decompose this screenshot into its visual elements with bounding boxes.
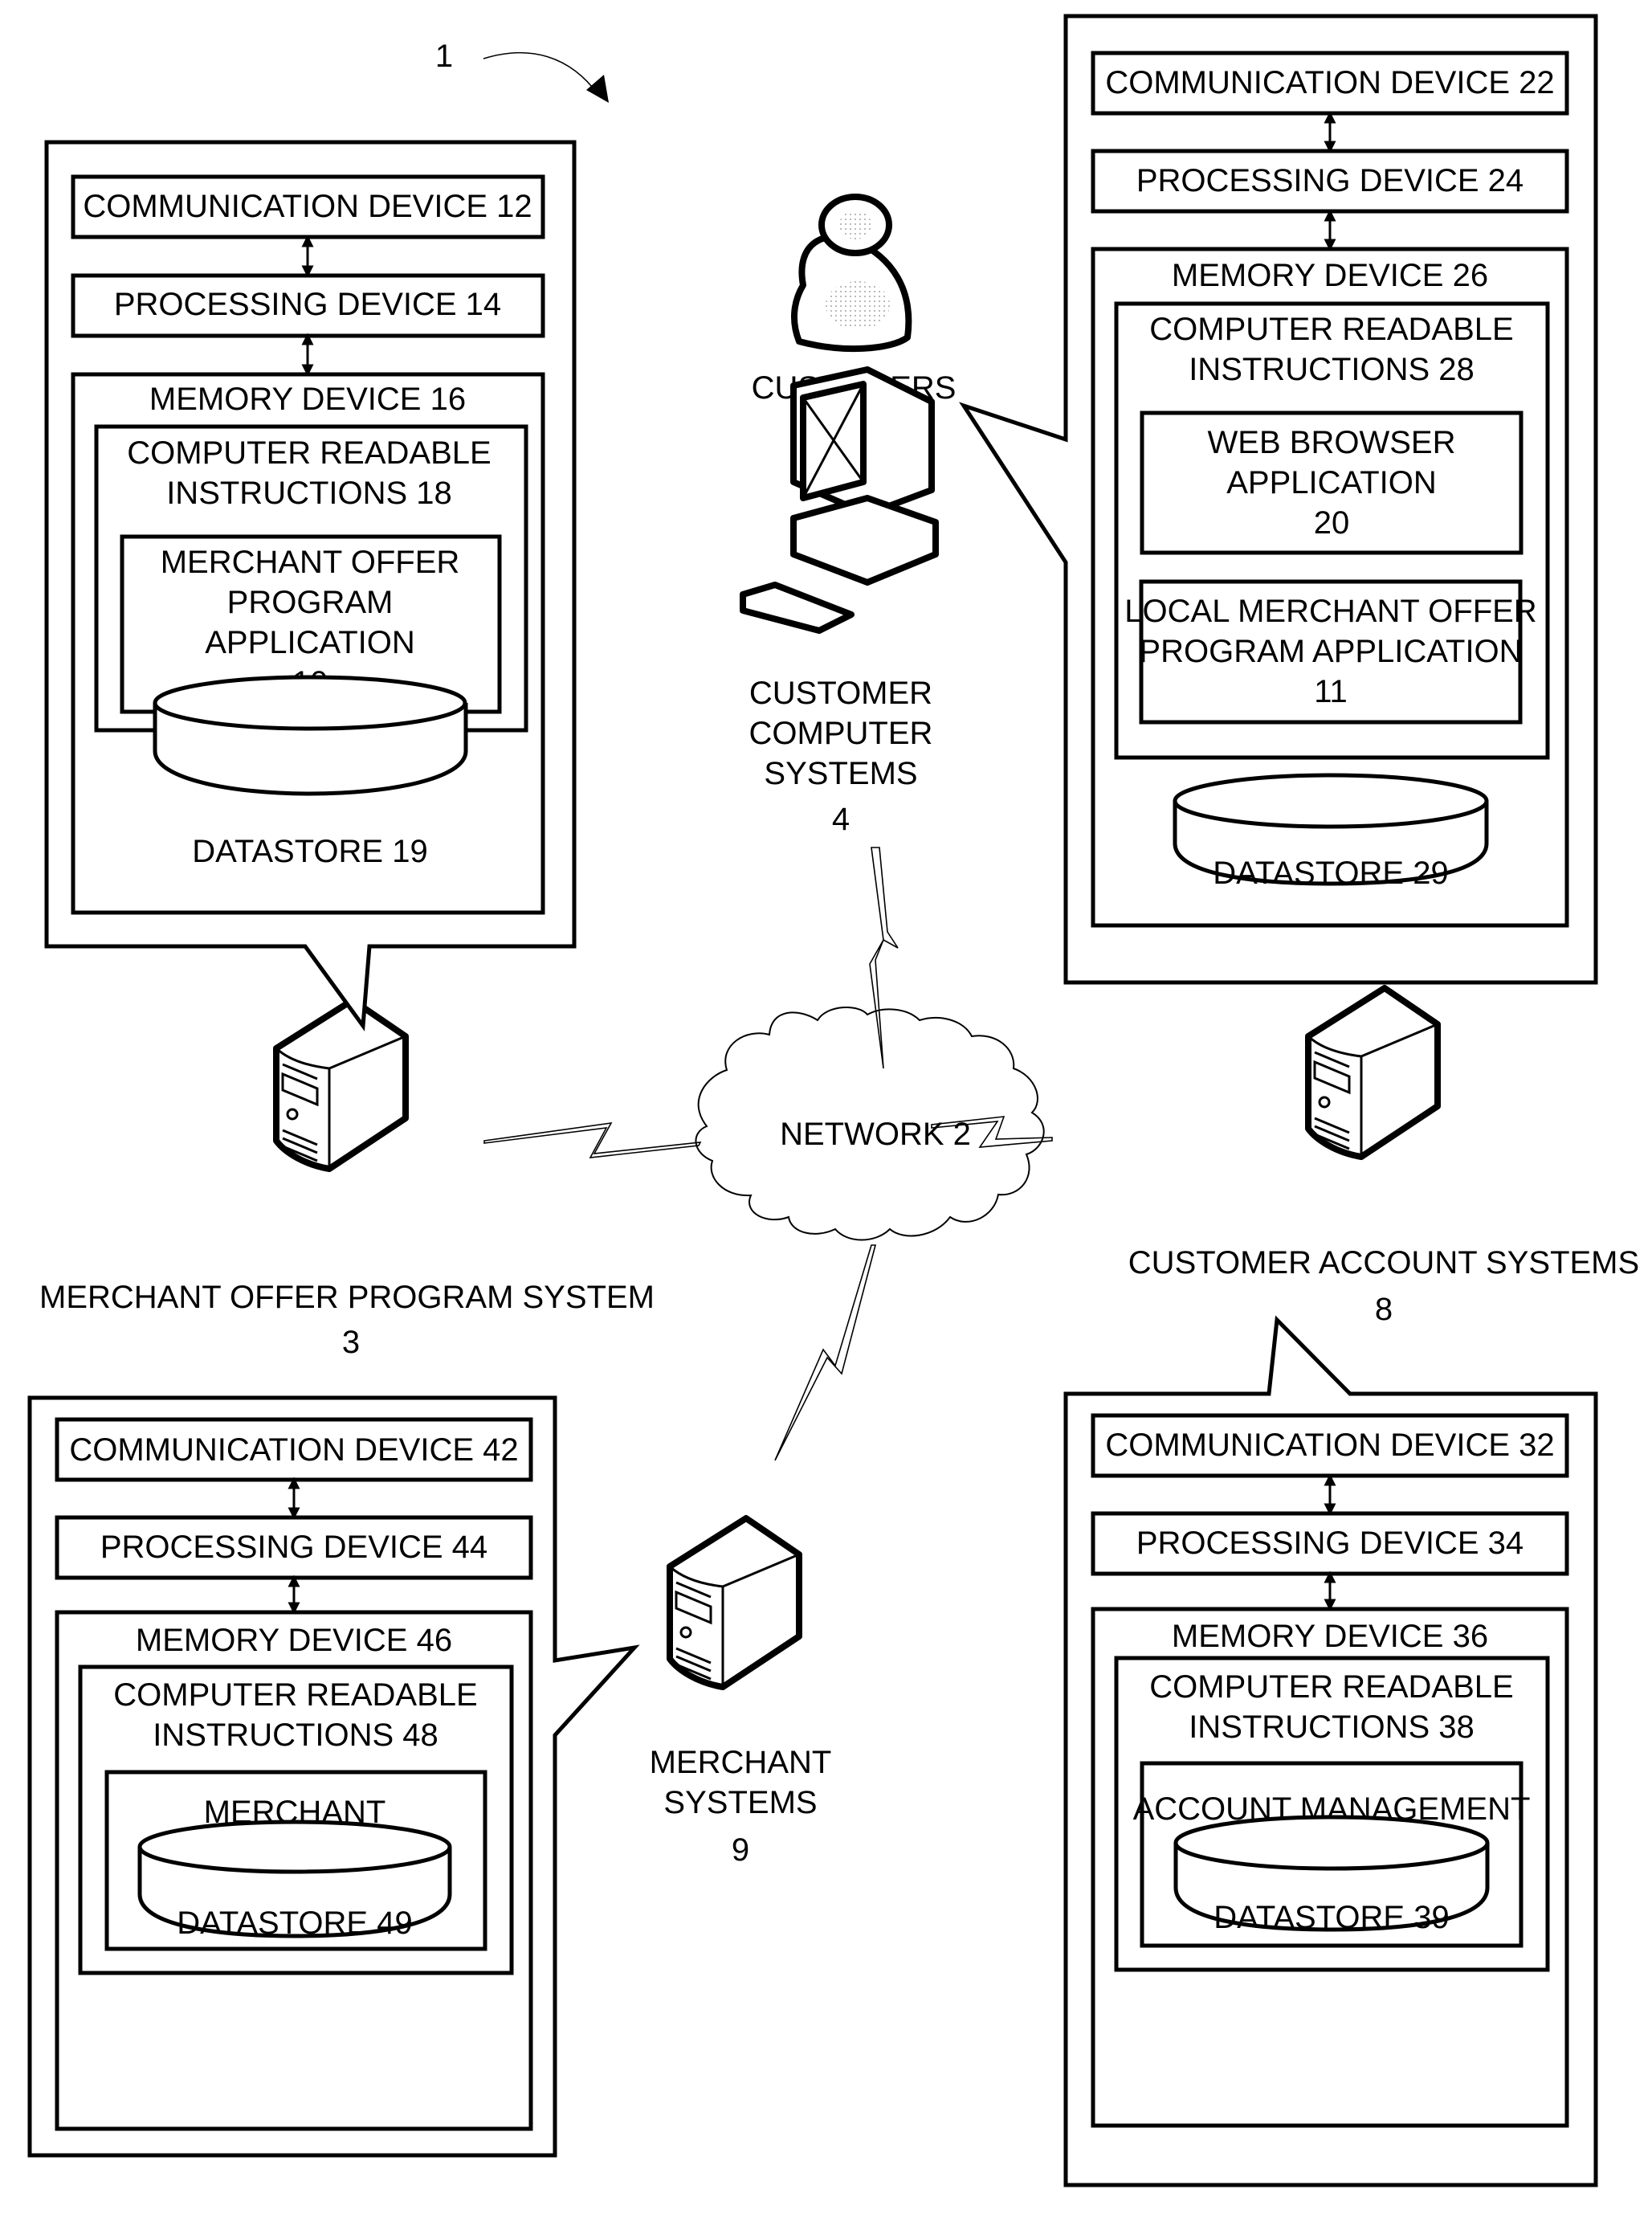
web-browser-number: 20 bbox=[1314, 505, 1350, 541]
customer-computer-number: 4 bbox=[832, 802, 850, 837]
datastore-label: DATASTORE 19 bbox=[192, 834, 427, 869]
instructions-label-line1: COMPUTER READABLE bbox=[113, 1677, 477, 1713]
reference-arrow-curve bbox=[483, 51, 599, 96]
communication-device-label: COMMUNICATION DEVICE 42 bbox=[69, 1432, 518, 1468]
local-app-label-line1: LOCAL MERCHANT OFFER bbox=[1124, 594, 1536, 629]
instructions-label-line2: INSTRUCTIONS 18 bbox=[166, 476, 452, 511]
merchant-systems-label-line1: MERCHANT bbox=[650, 1745, 832, 1780]
processing-device-label: PROCESSING DEVICE 44 bbox=[100, 1530, 487, 1565]
system-diagram: 1 NETWORK 2 CUSTOMERS 6 CU bbox=[27, 14, 1639, 2187]
reference-numeral-1: 1 bbox=[435, 39, 609, 103]
processing-device-label: PROCESSING DEVICE 14 bbox=[114, 287, 501, 322]
processing-device-label: PROCESSING DEVICE 34 bbox=[1136, 1526, 1524, 1561]
customer-computer-label-line1: CUSTOMER bbox=[749, 676, 932, 711]
customer-computer-label-line2: COMPUTER bbox=[749, 716, 933, 751]
customer-account-systems-number: 8 bbox=[1375, 1292, 1393, 1327]
merchant-offer-program-system-label: MERCHANT OFFER PROGRAM SYSTEM bbox=[39, 1280, 655, 1315]
instructions-label-line2: INSTRUCTIONS 38 bbox=[1189, 1709, 1475, 1745]
merchant-systems-label-line2: SYSTEMS bbox=[663, 1785, 817, 1820]
instructions-label-line1: COMPUTER READABLE bbox=[1149, 312, 1513, 347]
communication-device-label: COMMUNICATION DEVICE 12 bbox=[83, 189, 532, 224]
local-app-number: 11 bbox=[1314, 674, 1348, 709]
panel-merchant-offer-program-system: COMMUNICATION DEVICE 12 PROCESSING DEVIC… bbox=[44, 140, 577, 1031]
panel-merchant-systems: COMMUNICATION DEVICE 42 PROCESSING DEVIC… bbox=[27, 1395, 640, 2158]
reference-numeral-label: 1 bbox=[435, 39, 453, 74]
panel-customer-account-systems: COMMUNICATION DEVICE 32 PROCESSING DEVIC… bbox=[1063, 1315, 1598, 2187]
datastore-label: DATASTORE 39 bbox=[1214, 1900, 1449, 1935]
local-app-label-line2: PROGRAM APPLICATION bbox=[1139, 634, 1522, 669]
link-network-to-merchant bbox=[774, 1244, 877, 1461]
application-label-line1: MERCHANT OFFER bbox=[161, 545, 460, 580]
server-icon bbox=[667, 1515, 802, 1690]
instructions-label-line2: INSTRUCTIONS 48 bbox=[153, 1717, 438, 1753]
merchant-systems-number: 9 bbox=[732, 1832, 749, 1868]
link-network-to-customer-computer bbox=[869, 847, 899, 1069]
memory-device-label: MEMORY DEVICE 16 bbox=[149, 382, 466, 417]
link-merchant-offer-to-network bbox=[483, 1121, 702, 1158]
merchant-offer-program-system-number: 3 bbox=[342, 1325, 360, 1360]
reference-arrow-head-icon bbox=[586, 75, 609, 103]
web-browser-label-line1: WEB BROWSER bbox=[1208, 425, 1456, 460]
communication-device-label: COMMUNICATION DEVICE 32 bbox=[1105, 1427, 1554, 1463]
application-label-line2: PROGRAM bbox=[227, 585, 394, 620]
server-icon bbox=[1305, 985, 1441, 1160]
datastore-cylinder-icon bbox=[153, 675, 468, 796]
network-label: NETWORK 2 bbox=[780, 1117, 971, 1152]
merchant-offer-program-system-node: MERCHANT OFFER PROGRAM SYSTEM 3 bbox=[39, 997, 655, 1360]
memory-device-label: MEMORY DEVICE 46 bbox=[136, 1623, 452, 1658]
panel-customer-computer-systems: COMMUNICATION DEVICE 22 PROCESSING DEVIC… bbox=[959, 14, 1598, 985]
customer-computer-node: CUSTOMER COMPUTER SYSTEMS 4 bbox=[740, 366, 939, 837]
web-browser-label-line2: APPLICATION bbox=[1226, 465, 1437, 500]
communication-device-label: COMMUNICATION DEVICE 22 bbox=[1105, 65, 1554, 100]
processing-device-label: PROCESSING DEVICE 24 bbox=[1136, 163, 1524, 198]
customer-computer-label-line3: SYSTEMS bbox=[764, 756, 917, 791]
instructions-label-line1: COMPUTER READABLE bbox=[1149, 1669, 1513, 1705]
network-cloud: NETWORK 2 bbox=[695, 1006, 1045, 1241]
datastore-label: DATASTORE 49 bbox=[177, 1905, 412, 1941]
memory-device-label: MEMORY DEVICE 26 bbox=[1172, 258, 1488, 293]
application-label-line3: APPLICATION bbox=[205, 625, 415, 660]
server-icon bbox=[273, 997, 409, 1172]
memory-device-label: MEMORY DEVICE 36 bbox=[1172, 1619, 1488, 1654]
person-icon bbox=[791, 194, 912, 353]
customer-account-systems-node: CUSTOMER ACCOUNT SYSTEMS 8 bbox=[1128, 985, 1639, 1327]
instructions-label-line1: COMPUTER READABLE bbox=[127, 435, 491, 471]
desktop-computer-icon bbox=[740, 366, 939, 634]
customer-account-systems-label: CUSTOMER ACCOUNT SYSTEMS bbox=[1128, 1245, 1639, 1280]
instructions-label-line2: INSTRUCTIONS 28 bbox=[1189, 352, 1475, 387]
datastore-label: DATASTORE 29 bbox=[1213, 856, 1448, 891]
merchant-systems-node: MERCHANT SYSTEMS 9 bbox=[650, 1515, 832, 1868]
